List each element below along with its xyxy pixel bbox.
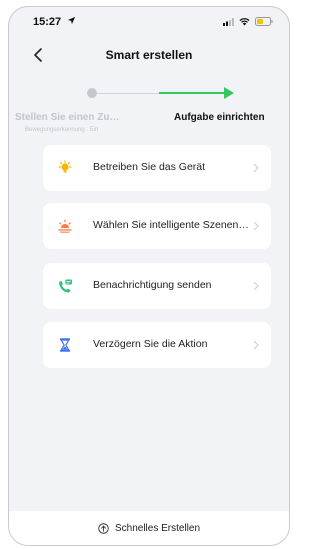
status-bar: 15:27: [9, 7, 289, 37]
action-label: Wählen Sie intelligente Szenen…: [93, 219, 249, 231]
hourglass-icon: [60, 338, 70, 352]
quick-create-label: Schnelles Erstellen: [114, 522, 201, 534]
location-arrow-icon: [67, 16, 76, 25]
step2-label: Aufgabe einrichten: [174, 112, 265, 123]
navigation-bar: Smart erstellen: [9, 37, 289, 73]
status-time: 15:27: [33, 16, 62, 28]
battery-icon: [255, 17, 273, 26]
chevron-right-icon: [253, 281, 259, 291]
step2-arrow-icon: [224, 87, 234, 99]
quick-create-button[interactable]: Schnelles Erstellen: [9, 511, 289, 545]
action-label: Benachrichtigung senden: [93, 279, 212, 291]
step-line-active: [159, 92, 229, 94]
action-label: Betreiben Sie das Gerät: [93, 161, 206, 173]
action-label: Verzögern Sie die Aktion: [93, 338, 208, 350]
action-select-scene[interactable]: Wählen Sie intelligente Szenen…: [43, 203, 271, 249]
wifi-icon: [239, 17, 250, 26]
page-title: Smart erstellen: [105, 48, 193, 62]
step1-sublabel: Bewegungserkennung : Ein: [25, 127, 99, 133]
status-icons: [223, 17, 273, 26]
sunrise-scene-icon: [58, 219, 72, 233]
action-operate-device[interactable]: Betreiben Sie das Gerät: [43, 145, 271, 191]
arrow-up-circle-icon: [98, 522, 109, 534]
action-delay[interactable]: Verzögern Sie die Aktion: [43, 322, 271, 368]
notification-message-icon: [59, 279, 72, 293]
progress-stepper: Stellen Sie einen Zu… Bewegungserkennung…: [9, 79, 289, 139]
signal-icon: [223, 17, 234, 26]
step1-label[interactable]: Stellen Sie einen Zu…: [15, 112, 119, 123]
phone-frame: 15:27 Smart erstellen Stellen Sie einen …: [8, 6, 290, 546]
chevron-right-icon: [253, 221, 259, 231]
step-line-inactive: [93, 93, 159, 94]
step1-dot: [87, 88, 97, 98]
device-bulb-icon: [58, 160, 72, 173]
action-send-notification[interactable]: Benachrichtigung senden: [43, 263, 271, 309]
chevron-right-icon: [253, 340, 259, 350]
chevron-right-icon: [253, 163, 259, 173]
